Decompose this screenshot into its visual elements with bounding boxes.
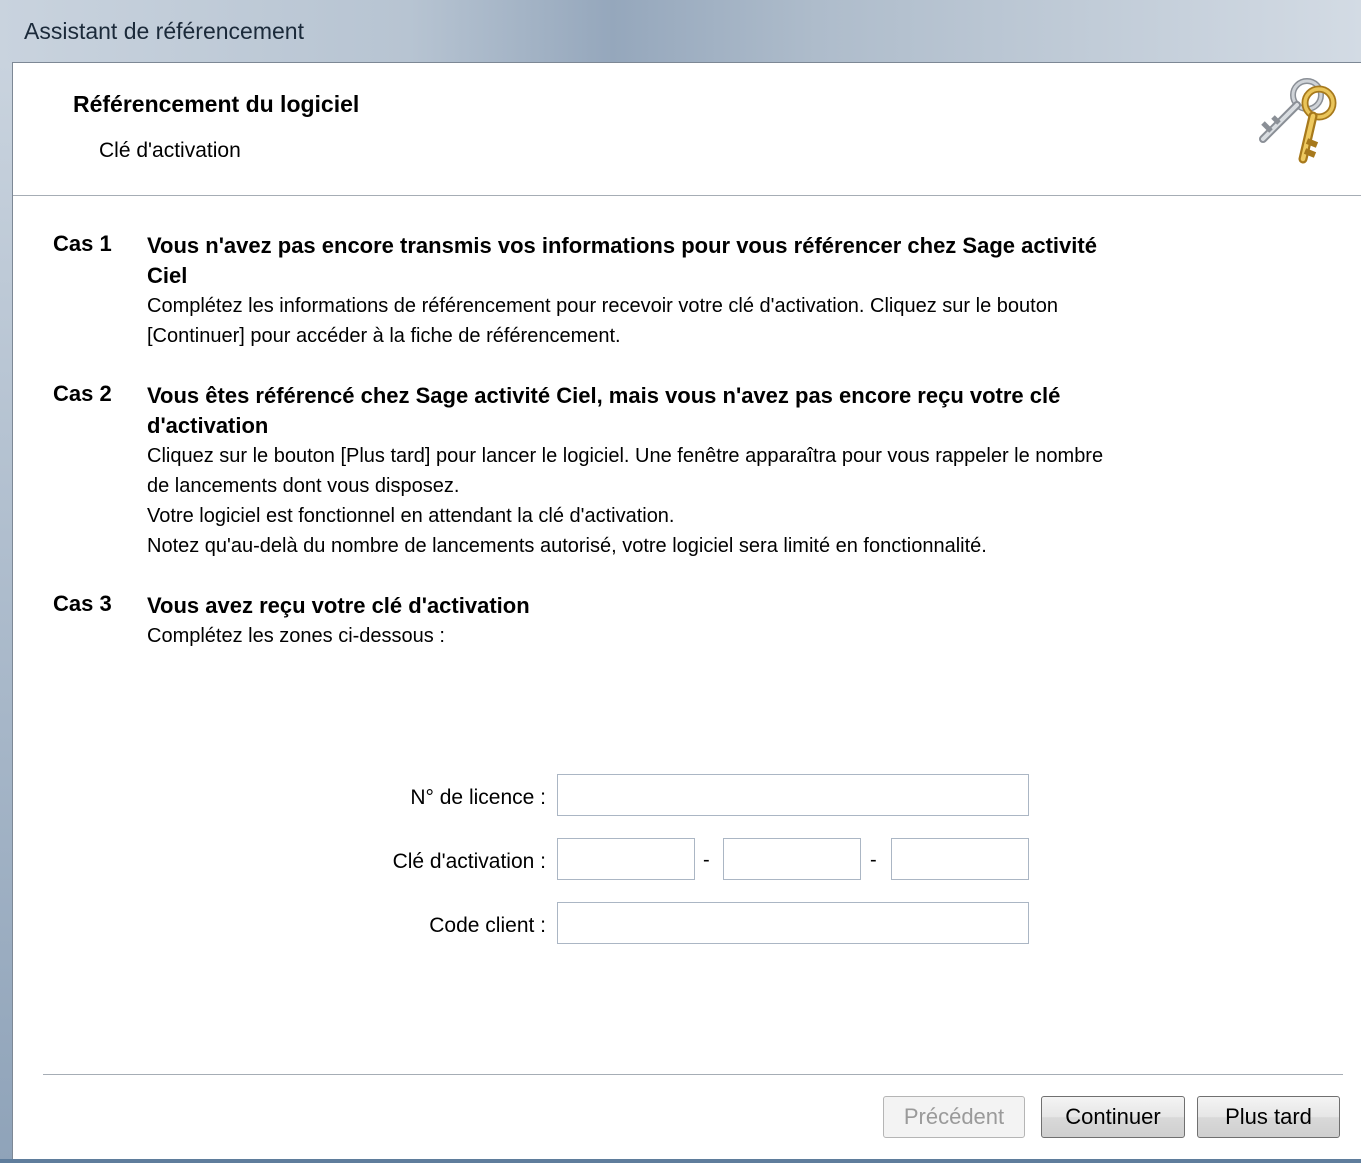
case-text-line: Complétez les zones ci-dessous : <box>147 625 445 647</box>
later-button[interactable]: Plus tard <box>1197 1096 1340 1138</box>
window-title: Assistant de référencement <box>24 18 304 44</box>
case-title-line: Vous n'avez pas encore transmis vos info… <box>147 233 1097 258</box>
case-title-line: d'activation <box>147 413 269 438</box>
case-title-line: Ciel <box>147 263 188 288</box>
keys-icon <box>1259 78 1337 164</box>
title-bar[interactable]: Assistant de référencement <box>0 0 1361 62</box>
case-text-line: [Continuer] pour accéder à la fiche de r… <box>147 325 621 347</box>
previous-button[interactable]: Précédent <box>883 1096 1025 1138</box>
activation-key-input-3[interactable] <box>891 838 1029 880</box>
wizard-window: Assistant de référencement Référencement… <box>0 0 1361 1163</box>
footer-divider <box>43 1074 1343 1075</box>
page-subtitle: Clé d'activation <box>99 139 241 162</box>
page-title: Référencement du logiciel <box>73 91 360 117</box>
window-frame-left <box>0 62 12 1163</box>
case-text-line: Votre logiciel est fonctionnel en attend… <box>147 505 675 527</box>
case-body: Vous êtes référencé chez Sage activité C… <box>147 381 1337 561</box>
case-text-line: Cliquez sur le bouton [Plus tard] pour l… <box>147 445 1104 467</box>
case-number: Cas 2 <box>53 381 112 406</box>
license-input[interactable] <box>557 774 1029 816</box>
license-label: N° de licence : <box>410 786 546 809</box>
case-body: Vous n'avez pas encore transmis vos info… <box>147 231 1337 351</box>
wizard-client-area: Référencement du logiciel Clé d'activati… <box>12 62 1361 1159</box>
activation-key-label: Clé d'activation : <box>392 850 546 873</box>
continue-button[interactable]: Continuer <box>1041 1096 1185 1138</box>
case-number: Cas 1 <box>53 231 112 256</box>
client-code-input[interactable] <box>557 902 1029 944</box>
activation-key-separator: - <box>703 849 710 871</box>
case-title-line: Vous avez reçu votre clé d'activation <box>147 593 530 618</box>
case-number: Cas 3 <box>53 591 112 616</box>
case-body: Vous avez reçu votre clé d'activation Co… <box>147 591 1337 651</box>
activation-key-input-1[interactable] <box>557 838 695 880</box>
header-divider <box>13 195 1361 196</box>
case-title-line: Vous êtes référencé chez Sage activité C… <box>147 383 1061 408</box>
client-code-label: Code client : <box>429 914 546 937</box>
case-text-line: de lancements dont vous disposez. <box>147 475 460 497</box>
activation-key-separator: - <box>870 849 877 871</box>
case-text-line: Complétez les informations de référencem… <box>147 295 1058 317</box>
case-text-line: Notez qu'au-delà du nombre de lancements… <box>147 535 987 557</box>
window-frame-bottom <box>0 1159 1361 1163</box>
activation-key-input-2[interactable] <box>723 838 861 880</box>
